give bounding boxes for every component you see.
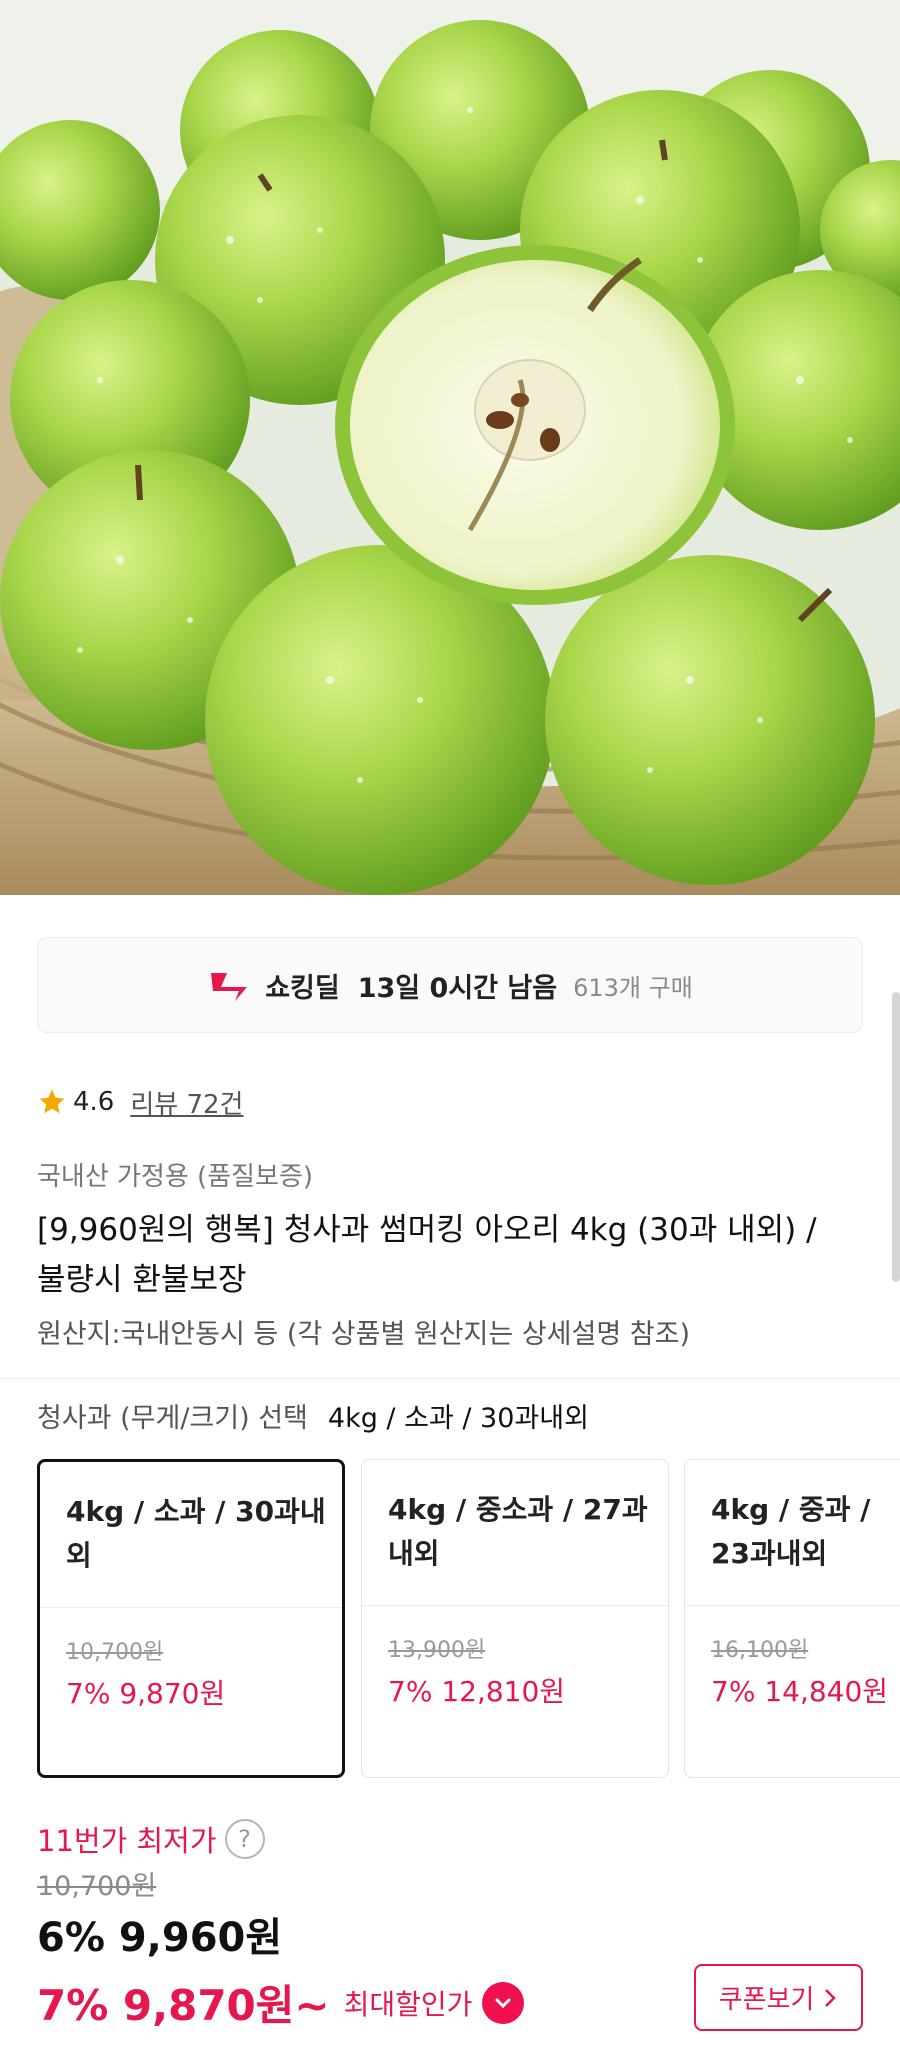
- original-price: 10,700원: [37, 1871, 157, 1902]
- max-discount-row: 7% 9,870원~ 최대할인가: [37, 1972, 525, 2033]
- shocking-deal-banner[interactable]: 쇼킹딜 13일 0시간 남음 613개 구매: [37, 937, 863, 1033]
- chevron-down-icon[interactable]: [482, 1981, 525, 2024]
- divider: [362, 1605, 668, 1606]
- option-name: 4kg / 소과 / 30과내외: [66, 1495, 326, 1572]
- divider: [0, 1378, 900, 1379]
- divider: [685, 1605, 900, 1606]
- option-original-price: 10,700원: [66, 1640, 164, 1665]
- sale-price: 6% 9,960원: [37, 1915, 283, 1961]
- option-original-price: 16,100원: [711, 1638, 809, 1663]
- help-icon[interactable]: ?: [224, 1819, 265, 1859]
- max-discount-price: 7% 9,870원~: [37, 1981, 330, 2030]
- option-discount-price: 7% 9,870원: [66, 1677, 226, 1710]
- max-discount-label: 최대할인가: [343, 1987, 473, 2021]
- option-card-1[interactable]: 4kg / 소과 / 30과내외 10,700원 7% 9,870원: [37, 1459, 345, 1778]
- option-card-3[interactable]: 4kg / 중과 / 23과내외 16,100원 7% 14,840원: [684, 1459, 900, 1778]
- option-label: 청사과 (무게/크기) 선택: [37, 1403, 308, 1434]
- deal-title: 쇼킹딜: [265, 972, 340, 1004]
- option-selected-value: 4kg / 소과 / 30과내외: [327, 1403, 589, 1434]
- star-icon: [39, 1089, 65, 1114]
- option-name: 4kg / 중과 / 23과내외: [711, 1493, 871, 1570]
- option-discount-price: 7% 14,840원: [711, 1675, 889, 1708]
- product-origin: 원산지:국내안동시 등 (각 상품별 원산지는 상세설명 참조): [37, 1319, 690, 1350]
- chevron-right-icon: [825, 1988, 837, 2007]
- shocking-deal-icon: [211, 973, 248, 1001]
- divider: [40, 1607, 342, 1608]
- lowest-price-text: 11번가 최저가: [37, 1824, 217, 1858]
- rating-score: 4.6: [73, 1087, 115, 1117]
- review-count-link[interactable]: 리뷰 72건: [130, 1084, 243, 1121]
- option-selector-header: 청사과 (무게/크기) 선택 4kg / 소과 / 30과내외: [37, 1396, 589, 1435]
- product-image: [0, 0, 900, 895]
- deal-remaining: 13일 0시간 남음: [357, 972, 558, 1004]
- lowest-price-label: 11번가 최저가 ?: [37, 1818, 265, 1860]
- option-original-price: 13,900원: [388, 1638, 486, 1663]
- coupon-button-label: 쿠폰보기: [718, 1985, 815, 2015]
- product-title: [9,960원의 행복] 청사과 썸머킹 아오리 4kg (30과 내외) / …: [37, 1212, 817, 1298]
- scrollbar[interactable]: [892, 992, 900, 1282]
- option-name: 4kg / 중소과 / 27과내외: [388, 1493, 648, 1570]
- deal-purchase-count: 613개 구매: [573, 973, 693, 1002]
- option-card-2[interactable]: 4kg / 중소과 / 27과내외 13,900원 7% 12,810원: [361, 1459, 669, 1778]
- coupon-button[interactable]: 쿠폰보기: [694, 1964, 863, 2031]
- product-subcategory: 국내산 가정용 (품질보증): [37, 1162, 314, 1192]
- option-discount-price: 7% 12,810원: [388, 1675, 566, 1708]
- rating: 4.6 리뷰 72건: [37, 1082, 243, 1122]
